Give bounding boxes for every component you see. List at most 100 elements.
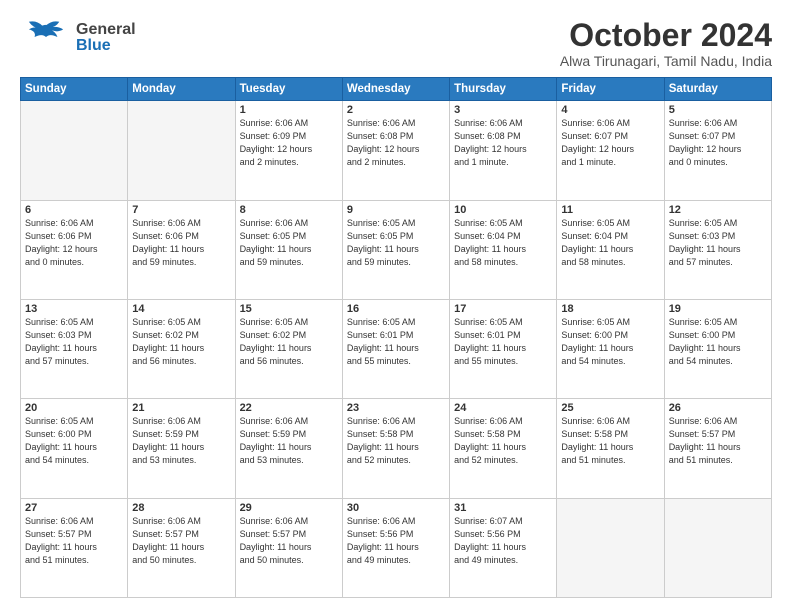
calendar-cell: 19Sunrise: 6:05 AM Sunset: 6:00 PM Dayli… <box>664 299 771 398</box>
day-info: Sunrise: 6:06 AM Sunset: 6:08 PM Dayligh… <box>454 117 552 169</box>
day-number: 29 <box>240 502 338 514</box>
page: General Blue October 2024 Alwa Tirunagar… <box>0 0 792 612</box>
logo-text: General Blue <box>76 22 136 54</box>
day-info: Sunrise: 6:06 AM Sunset: 6:05 PM Dayligh… <box>240 217 338 269</box>
col-sunday: Sunday <box>21 78 128 101</box>
day-info: Sunrise: 6:06 AM Sunset: 5:58 PM Dayligh… <box>347 415 445 467</box>
day-info: Sunrise: 6:06 AM Sunset: 6:07 PM Dayligh… <box>669 117 767 169</box>
day-info: Sunrise: 6:05 AM Sunset: 6:05 PM Dayligh… <box>347 217 445 269</box>
day-info: Sunrise: 6:06 AM Sunset: 5:59 PM Dayligh… <box>240 415 338 467</box>
calendar-cell: 4Sunrise: 6:06 AM Sunset: 6:07 PM Daylig… <box>557 101 664 200</box>
day-number: 20 <box>25 402 123 414</box>
calendar-week-row: 6Sunrise: 6:06 AM Sunset: 6:06 PM Daylig… <box>21 200 772 299</box>
day-number: 14 <box>132 303 230 315</box>
calendar-cell: 26Sunrise: 6:06 AM Sunset: 5:57 PM Dayli… <box>664 399 771 498</box>
day-info: Sunrise: 6:06 AM Sunset: 6:06 PM Dayligh… <box>25 217 123 269</box>
day-number: 15 <box>240 303 338 315</box>
day-info: Sunrise: 6:06 AM Sunset: 5:56 PM Dayligh… <box>347 515 445 567</box>
day-number: 2 <box>347 104 445 116</box>
day-number: 24 <box>454 402 552 414</box>
title-block: October 2024 Alwa Tirunagari, Tamil Nadu… <box>560 18 772 69</box>
calendar-cell <box>557 498 664 597</box>
day-number: 9 <box>347 204 445 216</box>
calendar-cell <box>128 101 235 200</box>
day-number: 7 <box>132 204 230 216</box>
month-title: October 2024 <box>560 18 772 53</box>
day-info: Sunrise: 6:05 AM Sunset: 6:03 PM Dayligh… <box>25 316 123 368</box>
day-number: 1 <box>240 104 338 116</box>
calendar-cell: 18Sunrise: 6:05 AM Sunset: 6:00 PM Dayli… <box>557 299 664 398</box>
calendar-cell: 16Sunrise: 6:05 AM Sunset: 6:01 PM Dayli… <box>342 299 449 398</box>
calendar-cell: 30Sunrise: 6:06 AM Sunset: 5:56 PM Dayli… <box>342 498 449 597</box>
day-info: Sunrise: 6:05 AM Sunset: 6:02 PM Dayligh… <box>132 316 230 368</box>
day-info: Sunrise: 6:05 AM Sunset: 6:03 PM Dayligh… <box>669 217 767 269</box>
day-info: Sunrise: 6:06 AM Sunset: 5:58 PM Dayligh… <box>561 415 659 467</box>
day-info: Sunrise: 6:05 AM Sunset: 6:00 PM Dayligh… <box>561 316 659 368</box>
calendar-cell: 20Sunrise: 6:05 AM Sunset: 6:00 PM Dayli… <box>21 399 128 498</box>
day-info: Sunrise: 6:06 AM Sunset: 6:08 PM Dayligh… <box>347 117 445 169</box>
calendar-cell: 6Sunrise: 6:06 AM Sunset: 6:06 PM Daylig… <box>21 200 128 299</box>
day-number: 18 <box>561 303 659 315</box>
day-info: Sunrise: 6:06 AM Sunset: 5:58 PM Dayligh… <box>454 415 552 467</box>
calendar-cell: 21Sunrise: 6:06 AM Sunset: 5:59 PM Dayli… <box>128 399 235 498</box>
calendar-body: 1Sunrise: 6:06 AM Sunset: 6:09 PM Daylig… <box>21 101 772 598</box>
col-friday: Friday <box>557 78 664 101</box>
calendar-week-row: 1Sunrise: 6:06 AM Sunset: 6:09 PM Daylig… <box>21 101 772 200</box>
day-number: 17 <box>454 303 552 315</box>
calendar-cell: 29Sunrise: 6:06 AM Sunset: 5:57 PM Dayli… <box>235 498 342 597</box>
day-info: Sunrise: 6:05 AM Sunset: 6:02 PM Dayligh… <box>240 316 338 368</box>
calendar-cell: 2Sunrise: 6:06 AM Sunset: 6:08 PM Daylig… <box>342 101 449 200</box>
calendar-week-row: 27 Sunrise: 6:06 AM Sunset: 5:57 PM Dayli… <box>21 498 772 597</box>
calendar-cell: 23Sunrise: 6:06 AM Sunset: 5:58 PM Dayli… <box>342 399 449 498</box>
day-info: Sunrise: 6:06 AM Sunset: 5:57 PM Dayligh… <box>669 415 767 467</box>
calendar-cell: 1Sunrise: 6:06 AM Sunset: 6:09 PM Daylig… <box>235 101 342 200</box>
calendar-cell: 3Sunrise: 6:06 AM Sunset: 6:08 PM Daylig… <box>450 101 557 200</box>
day-info: Sunrise: 6:05 AM Sunset: 6:00 PM Dayligh… <box>669 316 767 368</box>
day-number: 23 <box>347 402 445 414</box>
calendar-cell: 24Sunrise: 6:06 AM Sunset: 5:58 PM Dayli… <box>450 399 557 498</box>
day-info: Sunrise: 6:05 AM Sunset: 6:01 PM Dayligh… <box>347 316 445 368</box>
calendar-cell: 27Sunrise: 6:06 AM Sunset: 5:57 PM Dayli… <box>21 498 128 597</box>
day-number: 25 <box>561 402 659 414</box>
calendar-cell: 12Sunrise: 6:05 AM Sunset: 6:03 PM Dayli… <box>664 200 771 299</box>
day-number: 8 <box>240 204 338 216</box>
logo-general: General <box>76 22 136 38</box>
calendar-cell <box>21 101 128 200</box>
day-number: 19 <box>669 303 767 315</box>
calendar-cell: 17Sunrise: 6:05 AM Sunset: 6:01 PM Dayli… <box>450 299 557 398</box>
day-info: Sunrise: 6:06 AM Sunset: 6:06 PM Dayligh… <box>132 217 230 269</box>
day-number: 22 <box>240 402 338 414</box>
day-number: 26 <box>669 402 767 414</box>
day-info: Sunrise: 6:06 AM Sunset: 5:57 PM Dayligh… <box>240 515 338 567</box>
calendar-cell: 14Sunrise: 6:05 AM Sunset: 6:02 PM Dayli… <box>128 299 235 398</box>
day-info: Sunrise: 6:05 AM Sunset: 6:04 PM Dayligh… <box>454 217 552 269</box>
calendar-cell: 28Sunrise: 6:06 AM Sunset: 5:57 PM Dayli… <box>128 498 235 597</box>
day-info: Sunrise: 6:06 AM Sunset: 6:07 PM Dayligh… <box>561 117 659 169</box>
calendar-table: Sunday Monday Tuesday Wednesday Thursday… <box>20 77 772 598</box>
day-number: 12 <box>669 204 767 216</box>
day-number: 16 <box>347 303 445 315</box>
day-number: 31 <box>454 502 552 514</box>
calendar-cell: 22Sunrise: 6:06 AM Sunset: 5:59 PM Dayli… <box>235 399 342 498</box>
calendar-cell: 8Sunrise: 6:06 AM Sunset: 6:05 PM Daylig… <box>235 200 342 299</box>
logo: General Blue <box>20 18 136 58</box>
day-number: 4 <box>561 104 659 116</box>
calendar-cell: 10Sunrise: 6:05 AM Sunset: 6:04 PM Dayli… <box>450 200 557 299</box>
col-tuesday: Tuesday <box>235 78 342 101</box>
col-thursday: Thursday <box>450 78 557 101</box>
calendar-cell: 31Sunrise: 6:07 AM Sunset: 5:56 PM Dayli… <box>450 498 557 597</box>
day-number: 6 <box>25 204 123 216</box>
day-info: Sunrise: 6:06 AM Sunset: 5:59 PM Dayligh… <box>132 415 230 467</box>
col-wednesday: Wednesday <box>342 78 449 101</box>
col-saturday: Saturday <box>664 78 771 101</box>
day-info: Sunrise: 6:05 AM Sunset: 6:04 PM Dayligh… <box>561 217 659 269</box>
calendar-cell <box>664 498 771 597</box>
day-info: Sunrise: 6:06 AM Sunset: 6:09 PM Dayligh… <box>240 117 338 169</box>
day-info: Sunrise: 6:07 AM Sunset: 5:56 PM Dayligh… <box>454 515 552 567</box>
calendar-cell: 13Sunrise: 6:05 AM Sunset: 6:03 PM Dayli… <box>21 299 128 398</box>
calendar-cell: 15Sunrise: 6:05 AM Sunset: 6:02 PM Dayli… <box>235 299 342 398</box>
day-number: 13 <box>25 303 123 315</box>
day-number: 27 <box>25 502 123 514</box>
calendar-cell: 9Sunrise: 6:05 AM Sunset: 6:05 PM Daylig… <box>342 200 449 299</box>
day-number: 30 <box>347 502 445 514</box>
